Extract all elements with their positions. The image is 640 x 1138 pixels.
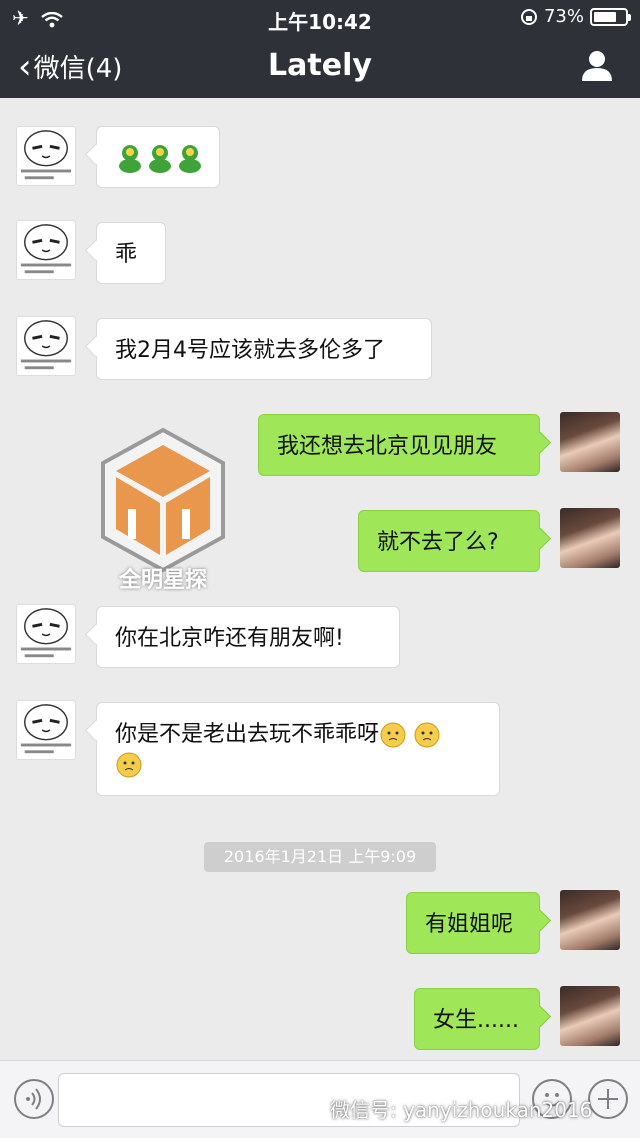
- watermark-label: 全明星探: [118, 568, 207, 593]
- voice-input-button[interactable]: [14, 1079, 54, 1119]
- message-bubble-incoming[interactable]: 我2月4号应该就去多伦多了: [96, 318, 432, 380]
- person-icon[interactable]: [580, 48, 614, 82]
- plus-icon: [598, 1089, 618, 1109]
- avatar-panda[interactable]: [16, 604, 76, 664]
- message-bubble-incoming[interactable]: 你在北京咋还有朋友啊!: [96, 606, 400, 668]
- battery-percent: 73%: [543, 6, 584, 27]
- avatar-girl[interactable]: [560, 890, 620, 950]
- message-bubble-incoming[interactable]: 乖: [96, 222, 166, 284]
- avatar-girl[interactable]: [560, 412, 620, 472]
- status-bar: ✈ 上午10:42 73%: [0, 0, 640, 34]
- message-bubble-outgoing[interactable]: 有姐姐呢: [406, 892, 540, 954]
- message-bubble-outgoing[interactable]: 女生......: [414, 988, 540, 1050]
- message-bubble-outgoing[interactable]: 就不去了么?: [358, 510, 540, 572]
- blush-emoji-icon: [380, 722, 440, 748]
- message-text: 你是不是老出去玩不乖乖呀: [115, 722, 380, 747]
- message-bubble-incoming[interactable]: 你是不是老出去玩不乖乖呀: [96, 702, 500, 796]
- avatar-girl[interactable]: [560, 986, 620, 1046]
- chat-title: Lately: [268, 48, 372, 83]
- avatar-panda[interactable]: [16, 126, 76, 186]
- battery-fill: [594, 11, 616, 22]
- avatar-panda[interactable]: [16, 316, 76, 376]
- avatar-panda[interactable]: [16, 220, 76, 280]
- message-bubble-incoming[interactable]: [96, 126, 220, 188]
- nav-bar: ‹ 微信(4) Lately: [0, 34, 640, 98]
- avatar-girl[interactable]: [560, 508, 620, 568]
- chat-area[interactable]: 乖 我2月4号应该就去多伦多了 我还想去北京见见朋友 全明星探 就不去了么? 你…: [0, 98, 640, 1060]
- avatar-panda[interactable]: [16, 700, 76, 760]
- rotation-lock-icon: [520, 8, 537, 25]
- wechat-id-watermark: 微信号: yanyizhoukan2016: [330, 1098, 593, 1122]
- battery-icon: [590, 7, 631, 26]
- timestamp-divider: 2016年1月21日 上午9:09: [204, 842, 436, 872]
- more-button[interactable]: [588, 1079, 628, 1119]
- emoji-row-icon: [119, 145, 201, 173]
- blush-emoji-icon: [116, 752, 142, 778]
- status-right: 73%: [520, 6, 631, 27]
- message-bubble-outgoing[interactable]: 我还想去北京见见朋友: [258, 414, 540, 476]
- voice-icon: [26, 1088, 41, 1110]
